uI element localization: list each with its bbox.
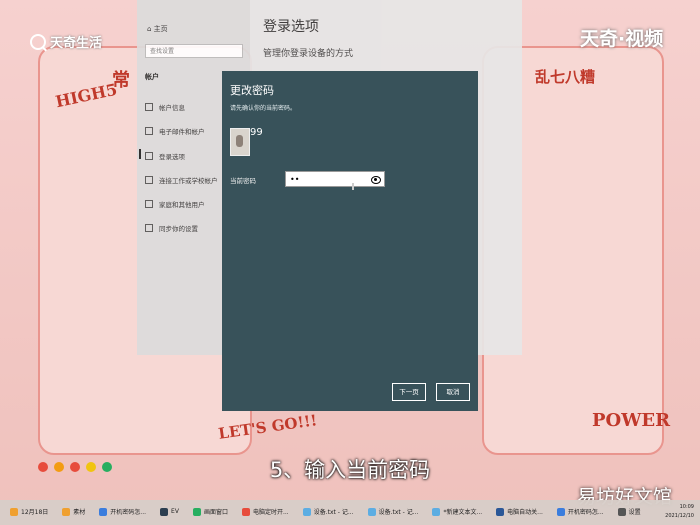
sidebar-item-email[interactable]: 电子邮件和帐户: [145, 126, 205, 136]
sidebar-item-label: 登录选项: [159, 153, 185, 161]
password-value: ••: [290, 175, 300, 184]
taskbar-item[interactable]: 电脑自动关...: [492, 503, 547, 523]
person-icon: [145, 103, 153, 111]
taskbar-item-label: 12月18日: [21, 509, 49, 516]
taskbar-item-label: 设备.txt - 记...: [313, 509, 354, 516]
settings-main: 登录选项 管理你登录设备的方式: [263, 16, 353, 59]
current-password-input[interactable]: ••: [285, 171, 385, 187]
taskbar-item[interactable]: 素材: [58, 503, 89, 523]
taskbar-item[interactable]: 设置: [614, 503, 645, 523]
dialog-instruction: 请先确认你的当前密码。: [230, 105, 297, 112]
wallpaper-text-luanqibazao: 乱七八糟: [535, 68, 596, 86]
sidebar-item-label: 家庭和其他用户: [159, 201, 205, 209]
eye-icon[interactable]: [371, 176, 381, 184]
taskbar-item[interactable]: 电脑定时开...: [238, 503, 293, 523]
browser-icon: [241, 507, 250, 516]
avatar: [230, 128, 250, 156]
video-subtitle: 5、输入当前密码: [269, 458, 431, 482]
taskbar-item[interactable]: 开机密码怎...: [553, 503, 608, 523]
sidebar-item-label: 同步你的设置: [159, 225, 198, 233]
key-icon: [145, 152, 153, 160]
people-icon: [145, 200, 153, 208]
sidebar-item-label: 连接工作或学校帐户: [159, 177, 218, 185]
taskbar-item[interactable]: EV: [156, 503, 183, 523]
sidebar-item-label: 电子邮件和帐户: [159, 128, 205, 136]
cancel-button[interactable]: 取消: [436, 383, 470, 401]
browser-icon: [99, 507, 108, 516]
sidebar-item-family[interactable]: 家庭和其他用户: [145, 199, 205, 209]
folder-icon: [62, 507, 71, 516]
text-cursor-icon: [352, 183, 354, 190]
brand-left-text: 天奇生活: [50, 36, 103, 51]
system-clock[interactable]: 10:09 2021/12/10: [665, 503, 694, 521]
gear-icon: [617, 507, 626, 516]
taskbar-item-label: EV: [171, 508, 179, 515]
magnifier-logo-icon: [30, 33, 46, 50]
browser-icon: [556, 507, 565, 516]
settings-search-input[interactable]: 查找设置: [145, 44, 243, 58]
wallpaper-text-power: POWER: [592, 410, 671, 431]
sidebar-item-signin-options[interactable]: 登录选项: [139, 149, 185, 161]
page-subtitle: 管理你登录设备的方式: [263, 49, 354, 59]
sidebar-item-label: 帐户信息: [159, 104, 185, 112]
taskbar-item[interactable]: 画面窗口: [189, 503, 232, 523]
window-icon: [192, 507, 201, 516]
taskbar-item-label: 开机密码怎...: [567, 509, 604, 516]
word-icon: [496, 507, 505, 516]
taskbar-item-label: 画面窗口: [203, 509, 228, 516]
taskbar-item-label: *新建文本文...: [443, 509, 483, 516]
mail-icon: [145, 127, 153, 135]
page-title: 登录选项: [263, 19, 319, 35]
password-label: 当前密码: [230, 177, 256, 185]
brand-logo-left: 天奇生活: [30, 32, 102, 51]
taskbar-item-label: 素材: [73, 509, 86, 516]
taskbar: 12月18日 素材 开机密码怎... EV 画面窗口 电脑定时开... 设备.t…: [0, 500, 700, 525]
notepad-icon: [302, 507, 311, 516]
taskbar-item[interactable]: 开机密码怎...: [95, 503, 150, 523]
taskbar-item-label: 开机密码怎...: [110, 509, 147, 516]
ev-app-icon: [160, 507, 169, 516]
sidebar-section-title: 帐户: [145, 73, 159, 81]
taskbar-item-label: 电脑定时开...: [252, 509, 289, 516]
next-button[interactable]: 下一页: [392, 383, 426, 401]
sync-icon: [145, 224, 153, 232]
folder-icon: [10, 507, 18, 516]
sidebar-home-label: 主页: [153, 25, 168, 33]
notepad-icon: [432, 507, 441, 516]
taskbar-item[interactable]: 设备.txt - 记...: [299, 503, 358, 523]
clock-time: 10:09: [679, 504, 694, 510]
clock-date: 2021/12/10: [665, 513, 694, 519]
wallpaper-text-chang: 常: [112, 70, 130, 91]
change-password-dialog: 更改密码 请先确认你的当前密码。 99 当前密码 •• 下一页 取消: [222, 71, 478, 411]
sidebar-home[interactable]: ⌂ 主页: [147, 24, 168, 34]
dialog-title: 更改密码: [230, 84, 274, 97]
username: 99: [250, 127, 263, 138]
taskbar-item[interactable]: *新建文本文...: [428, 503, 486, 523]
taskbar-item[interactable]: 12月18日: [6, 503, 52, 523]
brand-logo-right: 天奇·视频: [580, 28, 664, 50]
taskbar-item-label: 设置: [628, 509, 641, 516]
sidebar-item-account-info[interactable]: 帐户信息: [145, 102, 185, 112]
briefcase-icon: [145, 176, 153, 184]
taskbar-item[interactable]: 设备.txt - 记...: [364, 503, 423, 523]
notepad-icon: [367, 507, 376, 516]
taskbar-item-label: 电脑自动关...: [507, 509, 543, 516]
taskbar-item-label: 设备.txt - 记...: [378, 509, 419, 516]
sidebar-item-sync[interactable]: 同步你的设置: [145, 223, 198, 233]
sidebar-item-work-school[interactable]: 连接工作或学校帐户: [145, 175, 218, 185]
